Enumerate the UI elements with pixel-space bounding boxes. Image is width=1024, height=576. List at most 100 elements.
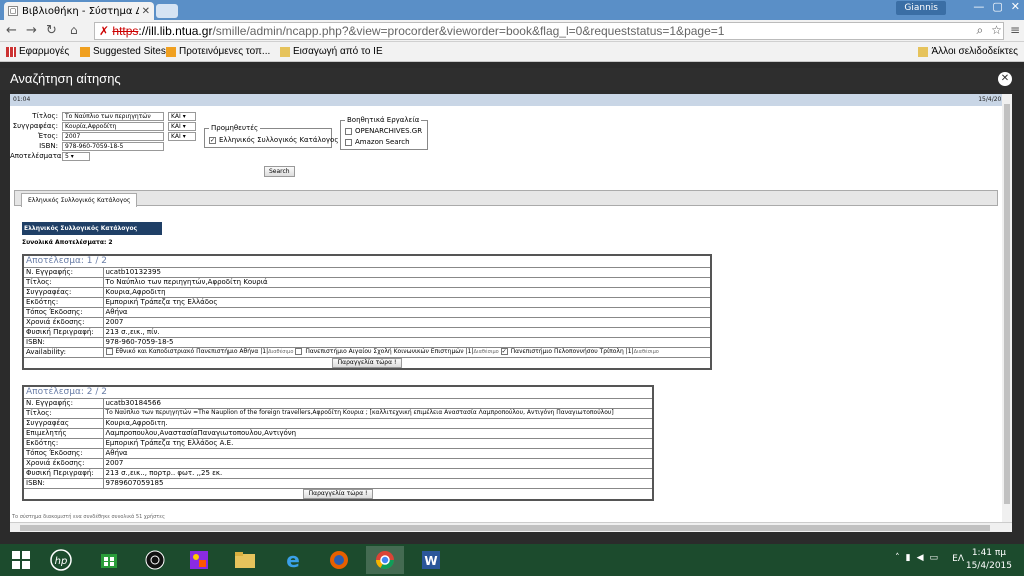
- bookmark-suggested[interactable]: Suggested Sites: [80, 46, 166, 57]
- tab-close-icon[interactable]: ✕: [142, 6, 150, 17]
- forward-icon[interactable]: →: [26, 23, 37, 38]
- table-row: Ν. Εγγραφής: ucatb10132395: [22, 266, 712, 278]
- horizontal-scrollbar[interactable]: [10, 522, 1012, 532]
- field-label: Χρονιά έκδοσης:: [22, 316, 104, 328]
- volume-icon[interactable]: ◀: [917, 553, 924, 563]
- table-row: Τόπος Έκδοσης: Αθήνα: [22, 306, 712, 318]
- profile-button[interactable]: Giannis: [896, 1, 946, 15]
- result-header: Αποτέλεσμα: 1 / 2: [22, 254, 712, 268]
- title-operator-select[interactable]: ΚΑΙ ▾: [168, 112, 196, 121]
- recommended-icon: [166, 46, 176, 57]
- table-row: Φυσική Περιγραφή: 213 σ.,εικ., πίν.: [22, 326, 712, 338]
- tray-arrow-icon[interactable]: ˄: [895, 553, 900, 563]
- scroll-thumb[interactable]: [20, 525, 990, 531]
- svg-text:W: W: [424, 554, 437, 568]
- result-table-1: Αποτέλεσμα: 1 / 2 Ν. Εγγραφής: ucatb10132…: [22, 254, 712, 370]
- checkbox-icon[interactable]: [105, 348, 113, 355]
- clock[interactable]: 1:41 πμ 15/4/2015: [966, 547, 1012, 573]
- availability-option[interactable]: Εθνικό και Καποδιστριακό Πανεπιστήμιο Αθ…: [105, 348, 293, 355]
- isbn-input[interactable]: 978-960-7059-18-5: [62, 142, 164, 151]
- checkbox-checked-icon[interactable]: ✓: [500, 348, 508, 355]
- table-row: Εκδότης: Εμπορική Τράπεζα της Ελλάδος Α.Ε…: [22, 437, 654, 449]
- new-tab-button[interactable]: [156, 4, 178, 18]
- firefox-icon[interactable]: [320, 546, 358, 574]
- field-value: 978-960-7059-18-5: [102, 336, 712, 348]
- bookmark-other[interactable]: Άλλοι σελιδοδείκτες: [918, 46, 1018, 57]
- table-row: Τίτλος: Το Ναύπλιο των περιηγητών =The Na…: [22, 407, 654, 419]
- availability-label: Availability:: [22, 346, 104, 358]
- vertical-scrollbar[interactable]: [1002, 94, 1012, 522]
- tool-option[interactable]: OPENARCHIVES.GR: [345, 127, 422, 135]
- back-icon[interactable]: ←: [6, 23, 17, 38]
- catalog-title: Ελληνικός Συλλογικός Κατάλογος: [22, 222, 162, 235]
- provider-option[interactable]: ✓ Ελληνικός Συλλογικός Κατάλογος: [209, 136, 338, 144]
- browser-toolbar: ← → ↻ ⌂ ✗ https://ill.lib.ntua.gr/smille…: [0, 20, 1024, 42]
- checkbox-icon[interactable]: [295, 348, 303, 355]
- table-row: Χρονιά έκδοσης: 2007: [22, 316, 712, 328]
- tool-option[interactable]: Amazon Search: [345, 138, 410, 146]
- hp-app-icon[interactable]: hp: [42, 546, 80, 574]
- year-input[interactable]: 2007: [62, 132, 164, 141]
- modal-content: 01:04 15/4/2015 Τίτλος: Το Ναύπλιο των π…: [10, 94, 1012, 532]
- tool-label: Amazon Search: [355, 138, 410, 146]
- maximize-icon[interactable]: ▢: [992, 0, 1002, 13]
- word-icon[interactable]: W: [412, 546, 450, 574]
- bookmark-recommended[interactable]: Προτεινόμενες τοπ...: [166, 46, 270, 57]
- tools-legend: Βοηθητικά Εργαλεία: [345, 116, 422, 124]
- author-input[interactable]: Κουρία,Αφροδίτη: [62, 122, 164, 131]
- field-label: Συγγραφέας:: [22, 286, 104, 298]
- star-icon[interactable]: ☆: [991, 23, 1002, 38]
- order-now-button[interactable]: Παραγγελία τώρα !: [302, 488, 374, 499]
- field-value: 2007: [102, 316, 712, 328]
- search-button[interactable]: Search: [264, 166, 295, 177]
- results-count-select[interactable]: 5 ▾: [62, 152, 90, 161]
- field-value: Αθήνα: [102, 447, 654, 459]
- taskbar: hp e W ˄ ▮ ◀ ▭ ΕΛ 1:41 πμ 15/4/2015: [0, 544, 1024, 576]
- checkbox-icon[interactable]: [345, 138, 352, 146]
- title-input[interactable]: Το Ναύπλιο των περιηγητών: [62, 112, 164, 121]
- field-label: Ν. Εγγραφής:: [22, 397, 104, 409]
- table-row: ISBN: 9789607059185: [22, 477, 654, 489]
- store-icon[interactable]: [90, 546, 128, 574]
- field-value: ucatb30184566: [102, 397, 654, 409]
- close-window-icon[interactable]: ✕: [1011, 0, 1020, 13]
- home-icon[interactable]: ⌂: [70, 23, 78, 37]
- reload-icon[interactable]: ↻: [46, 23, 57, 38]
- tab-greek-catalog[interactable]: Ελληνικός Συλλογικός Κατάλογος: [21, 193, 138, 207]
- battery-icon[interactable]: ▭: [929, 553, 938, 563]
- results-tabs: Ελληνικός Συλλογικός Κατάλογος: [14, 190, 998, 207]
- field-value: Κουρια,Αφροδιτη.: [102, 417, 654, 429]
- browser-tab[interactable]: ▢ Βιβλιοθήκη - Σύστημα Δια ✕: [4, 2, 154, 20]
- order-now-button[interactable]: Παραγγελία τώρα !: [331, 357, 403, 368]
- year-operator-select[interactable]: ΚΑΙ ▾: [168, 132, 196, 141]
- table-row: Συγγραφέας: Κουρια,Αφροδιτη: [22, 286, 712, 298]
- availability-option[interactable]: ✓ Πανεπιστήμιο Πελοποννήσου Τρίπολη |1|Δι…: [500, 348, 659, 355]
- search-icon[interactable]: ⌕: [976, 23, 983, 38]
- field-label: Φυσική Περιγραφή:: [22, 467, 104, 479]
- start-button[interactable]: [2, 546, 40, 574]
- modal-close-icon[interactable]: ✕: [998, 72, 1012, 86]
- checkbox-icon[interactable]: [345, 127, 352, 135]
- photos-app-icon[interactable]: [180, 546, 218, 574]
- author-operator-select[interactable]: ΚΑΙ ▾: [168, 122, 196, 131]
- availability-option[interactable]: Πανεπιστήμιο Αιγαίου Σχολή Κοινωνικών Επ…: [295, 348, 499, 355]
- minimize-icon[interactable]: —: [973, 0, 984, 13]
- internet-explorer-icon[interactable]: e: [274, 546, 312, 574]
- scroll-thumb[interactable]: [1004, 104, 1010, 504]
- table-row: ISBN: 978-960-7059-18-5: [22, 336, 712, 348]
- address-bar[interactable]: ✗ https://ill.lib.ntua.gr/smille/admin/n…: [94, 22, 1004, 40]
- table-row: Επιμελητής Λαμπροπουλου,ΑναστασίαΠαναγιωτ…: [22, 427, 654, 439]
- menu-icon[interactable]: ≡: [1010, 23, 1020, 38]
- checkbox-checked-icon[interactable]: ✓: [209, 136, 216, 144]
- author-label: Συγγραφέας:: [12, 122, 58, 130]
- suggested-icon: [80, 46, 90, 57]
- camera-app-icon[interactable]: [136, 546, 174, 574]
- file-explorer-icon[interactable]: [226, 546, 264, 574]
- bookmark-import-ie[interactable]: Εισαγωγή από το IE: [280, 46, 383, 57]
- search-form: Τίτλος: Το Ναύπλιο των περιηγητών ΚΑΙ ▾ …: [10, 110, 1010, 190]
- network-icon[interactable]: ▮: [906, 553, 911, 563]
- bookmark-apps[interactable]: Εφαρμογές: [6, 46, 69, 57]
- field-value: 2007: [102, 457, 654, 469]
- chrome-icon[interactable]: [366, 546, 404, 574]
- language-indicator[interactable]: ΕΛ: [952, 554, 964, 564]
